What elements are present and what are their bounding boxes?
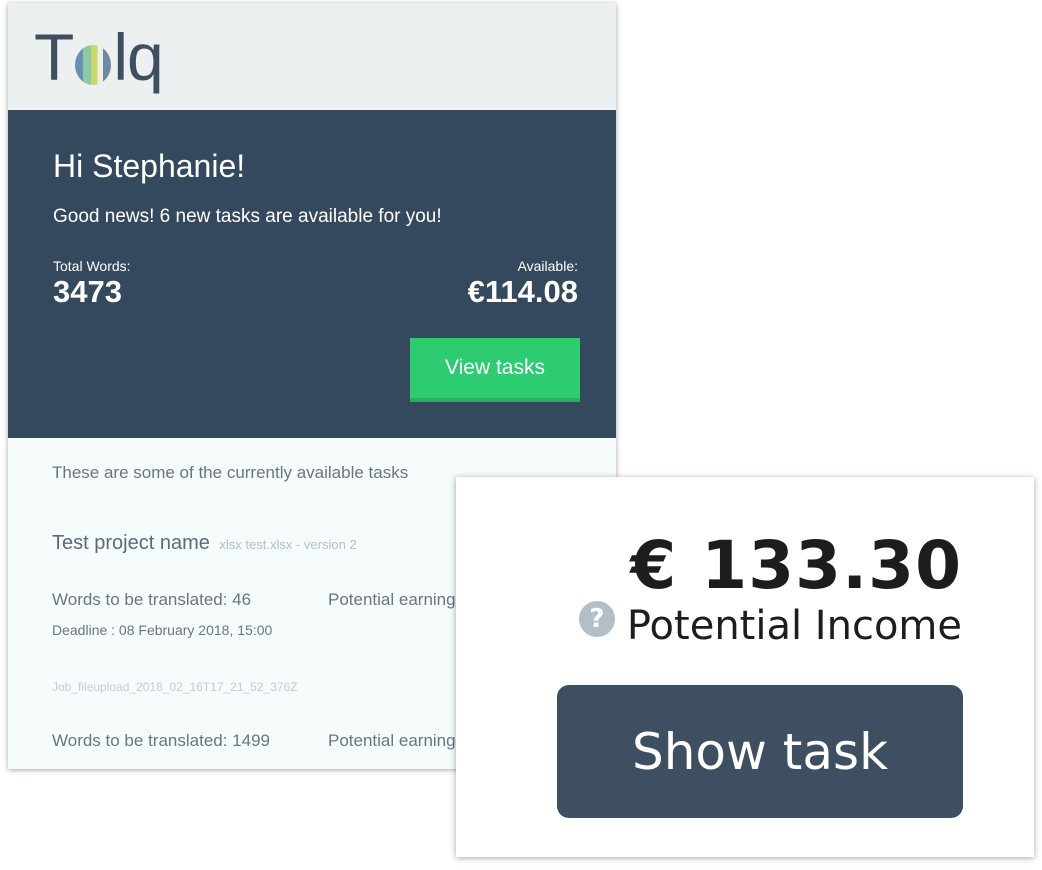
job-file-name: Job_fileupload_2018_02_16T17_21_52_376Z bbox=[52, 680, 298, 694]
task1-words: Words to be translated: 46 bbox=[52, 590, 252, 609]
available-value: €114.08 bbox=[467, 274, 578, 309]
news-text: Good news! 6 new tasks are available for… bbox=[53, 206, 442, 227]
project-file: xlsx test.xlsx - version 2 bbox=[219, 537, 357, 552]
hero-panel: Hi Stephanie! Good news! 6 new tasks are… bbox=[8, 110, 616, 438]
task1-earning: Potential earning bbox=[328, 590, 456, 609]
income-label-row: ? Potential Income bbox=[578, 601, 962, 649]
total-words-value: 3473 bbox=[53, 274, 122, 309]
task1-deadline: Deadline : 08 February 2018, 15:00 bbox=[52, 622, 273, 638]
task2-earning: Potential earning bbox=[328, 731, 456, 750]
email-header: T lq bbox=[8, 3, 616, 110]
task2-words: Words to be translated: 1499 bbox=[52, 731, 270, 750]
logo-text-left: T bbox=[34, 20, 74, 94]
available-label: Available: bbox=[517, 258, 578, 274]
logo-text-right: lq bbox=[113, 20, 163, 94]
income-amount: € 133.30 bbox=[630, 527, 962, 604]
tasks-intro-text: These are some of the currently availabl… bbox=[52, 463, 409, 482]
potential-income-label: Potential Income bbox=[626, 603, 962, 649]
project-name: Test project name bbox=[52, 532, 210, 554]
tolq-logo: T lq bbox=[34, 20, 164, 94]
logo-striped-o-icon bbox=[75, 45, 112, 85]
view-tasks-button[interactable]: View tasks bbox=[410, 338, 580, 402]
show-task-button[interactable]: Show task bbox=[557, 685, 963, 818]
total-words-label: Total Words: bbox=[53, 258, 131, 274]
greeting-heading: Hi Stephanie! bbox=[53, 148, 246, 184]
income-zoom-card: € 133.30 ? Potential Income Show task bbox=[456, 477, 1034, 857]
project-title: Test project name xlsx test.xlsx - versi… bbox=[52, 532, 357, 555]
question-circle-icon[interactable]: ? bbox=[578, 601, 615, 637]
